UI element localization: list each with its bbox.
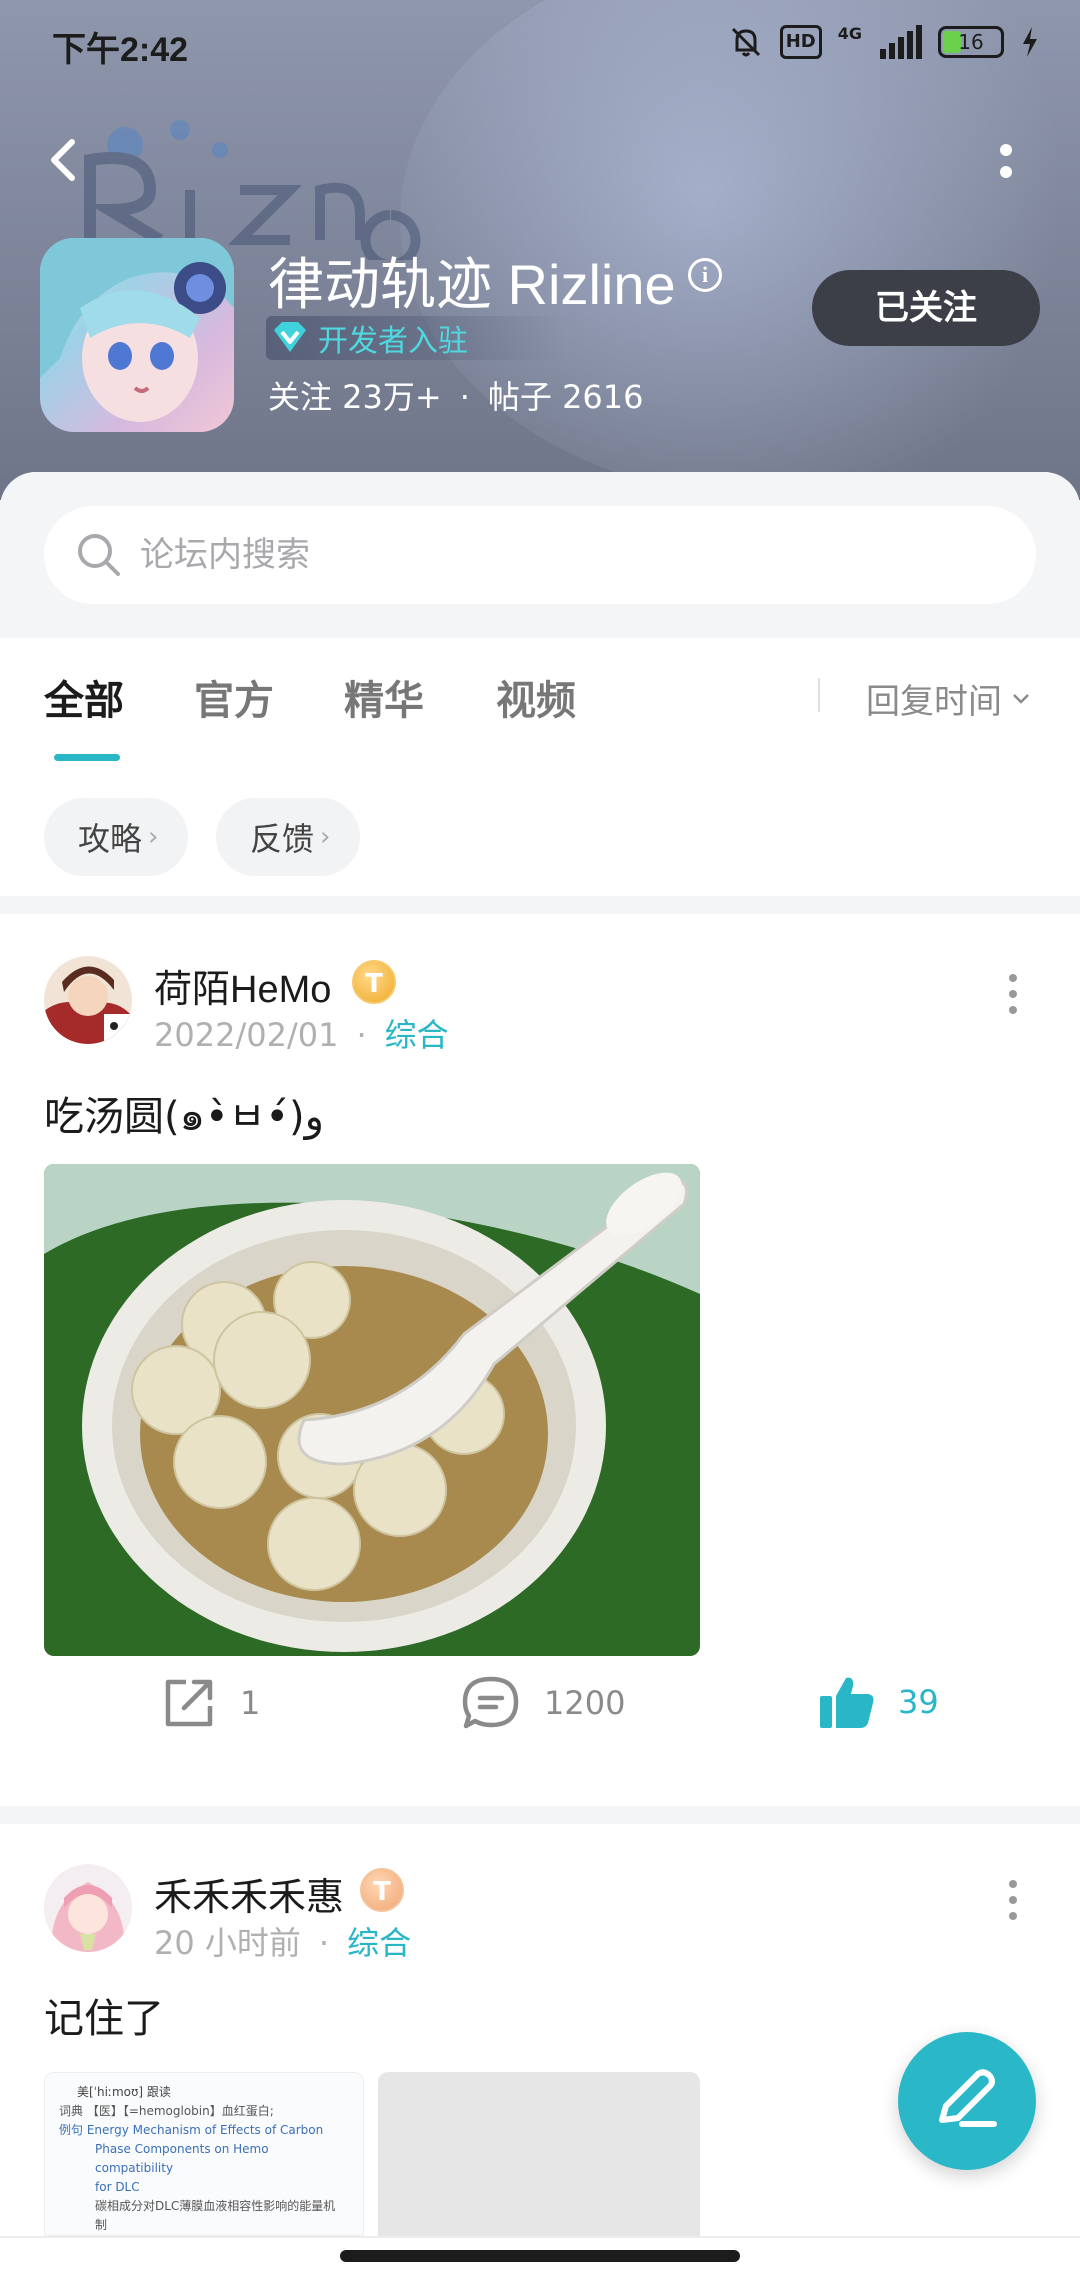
charging-icon	[1023, 27, 1037, 57]
avatar-image	[44, 1864, 132, 1952]
post-date: 2022/02/01	[154, 1016, 339, 1054]
post-author[interactable]: 荷陌HeMo	[154, 958, 331, 1013]
section-divider	[0, 1806, 1080, 1824]
developer-badge-label: 开发者入驻	[318, 324, 468, 359]
sort-dropdown[interactable]: 回复时间	[866, 674, 1032, 723]
more-options-button[interactable]	[990, 132, 1020, 192]
search-input[interactable]	[140, 535, 940, 575]
level-letter: T	[365, 969, 383, 999]
avatar[interactable]	[44, 1864, 132, 1952]
compose-pen-icon	[939, 2069, 997, 2127]
app-icon	[40, 238, 234, 432]
level-letter: T	[373, 1877, 391, 1907]
forum-stats: 关注 23万+ · 帖子 2616	[268, 378, 644, 416]
tangyuan-photo	[44, 1164, 700, 1656]
status-icons: HD 4G 16	[728, 24, 1040, 60]
tab-featured[interactable]: 精华	[344, 668, 424, 726]
post-count: 帖子 2616	[487, 378, 644, 416]
thumb-line: 词典 【医】【=hemoglobin】血红蛋白;	[59, 2104, 274, 2118]
thumb-line: for DLC	[95, 2180, 140, 2194]
avatar-image	[44, 956, 132, 1044]
follow-button[interactable]: 已关注	[812, 270, 1040, 346]
post-category[interactable]: 综合	[347, 1924, 411, 1962]
search-area	[0, 472, 1080, 638]
post-actions: 1 1200 39	[0, 1674, 1080, 1754]
comment-count: 1200	[544, 1684, 626, 1722]
compose-post-button[interactable]	[898, 2032, 1036, 2170]
post-text: 记住了	[44, 1996, 164, 2042]
tab-all[interactable]: 全部	[44, 668, 124, 726]
back-arrow-icon	[51, 139, 75, 181]
chip-label: 反馈	[250, 820, 315, 858]
post-meta: 2022/02/01 · 综合	[154, 1016, 449, 1054]
tab-official[interactable]: 官方	[194, 668, 274, 726]
search-icon	[78, 534, 120, 576]
like-count: 39	[898, 1683, 939, 1721]
app-title: 律动轨迹 Rizline	[268, 253, 676, 316]
battery-level: 16	[958, 30, 984, 54]
chevron-right-icon: ›	[320, 822, 331, 852]
post-author[interactable]: 禾禾禾禾惠	[154, 1866, 344, 1921]
post-date: 20 小时前	[154, 1924, 301, 1962]
nav-bar-divider	[0, 2236, 1080, 2238]
home-indicator[interactable]	[340, 2250, 740, 2262]
share-button[interactable]: 1	[160, 1674, 260, 1732]
post-thumbnail-2[interactable]	[378, 2072, 700, 2236]
tab-bar: 全部 官方 精华 视频 回复时间	[0, 638, 1080, 768]
active-tab-indicator	[54, 754, 120, 761]
comment-icon	[462, 1676, 519, 1729]
thumb-line: 美[ˈhiːmoʊ] 跟读	[77, 2085, 171, 2099]
post-image[interactable]	[44, 1164, 700, 1656]
thumb-line: 碳相成分对DLC薄膜血液相容性影响的能量机	[95, 2199, 336, 2213]
post-category[interactable]: 综合	[385, 1016, 449, 1054]
share-count: 1	[240, 1684, 261, 1722]
chevron-down-icon	[1013, 693, 1029, 704]
avatar[interactable]	[44, 956, 132, 1044]
thumb-line: 例句 Energy Mechanism of Effects of Carbon	[59, 2123, 324, 2137]
thumb-line: 制	[95, 2218, 108, 2232]
chip-guides[interactable]: 攻略 ›	[44, 798, 189, 876]
post-text: 吃汤圆(๑•̀ㅂ•́)و	[44, 1094, 324, 1140]
search-bar[interactable]	[44, 506, 1036, 604]
mute-bell-icon	[731, 27, 760, 57]
tab-divider	[818, 678, 820, 712]
comment-button[interactable]: 1200	[460, 1674, 625, 1732]
network-type-label: 4G	[837, 24, 862, 43]
post-more-button[interactable]	[1008, 974, 1018, 1014]
status-time: 下午2:42	[52, 31, 189, 69]
tab-video[interactable]: 视频	[496, 668, 576, 726]
user-level-badge: T	[360, 1868, 404, 1912]
app-icon-art	[40, 238, 234, 422]
info-icon[interactable]: i	[688, 258, 722, 292]
forum-page: 下午2:42 HD 4G 16 律动轨迹 Rizline i 开发者入驻 关注 …	[0, 0, 1080, 2280]
chip-feedback[interactable]: 反馈 ›	[216, 798, 361, 876]
follower-count: 关注 23万+	[268, 378, 442, 416]
forum-header: 下午2:42 HD 4G 16 律动轨迹 Rizline i 开发者入驻 关注 …	[0, 0, 1080, 500]
signal-icon	[880, 25, 922, 59]
post-meta: 20 小时前 · 综合	[154, 1924, 412, 1962]
sort-label: 回复时间	[866, 682, 1002, 722]
chevron-right-icon: ›	[148, 822, 159, 852]
diamond-icon	[274, 322, 306, 352]
user-level-badge: T	[352, 960, 396, 1004]
hd-icon: HD	[779, 25, 822, 59]
share-icon	[165, 1679, 213, 1727]
battery-icon: 16	[938, 26, 1004, 58]
topic-chips: 攻略 › 反馈 ›	[0, 798, 1080, 882]
post-more-button[interactable]	[1008, 1880, 1018, 1920]
developer-badge: 开发者入驻	[266, 316, 566, 360]
chip-label: 攻略	[78, 820, 143, 858]
section-divider	[0, 896, 1080, 914]
like-button[interactable]: 39	[818, 1674, 939, 1730]
back-button[interactable]	[44, 130, 84, 190]
like-icon	[820, 1677, 874, 1728]
status-bar: 下午2:42 HD 4G 16	[0, 0, 1080, 90]
post-thumbnail-dictionary[interactable]: 美[ˈhiːmoʊ] 跟读 词典 【医】【=hemoglobin】血红蛋白; 例…	[44, 2072, 364, 2236]
thumb-line: Phase Components on Hemo compatibility	[95, 2142, 269, 2175]
forum-content: 全部 官方 精华 视频 回复时间 攻略› 反馈›	[0, 472, 1080, 2280]
